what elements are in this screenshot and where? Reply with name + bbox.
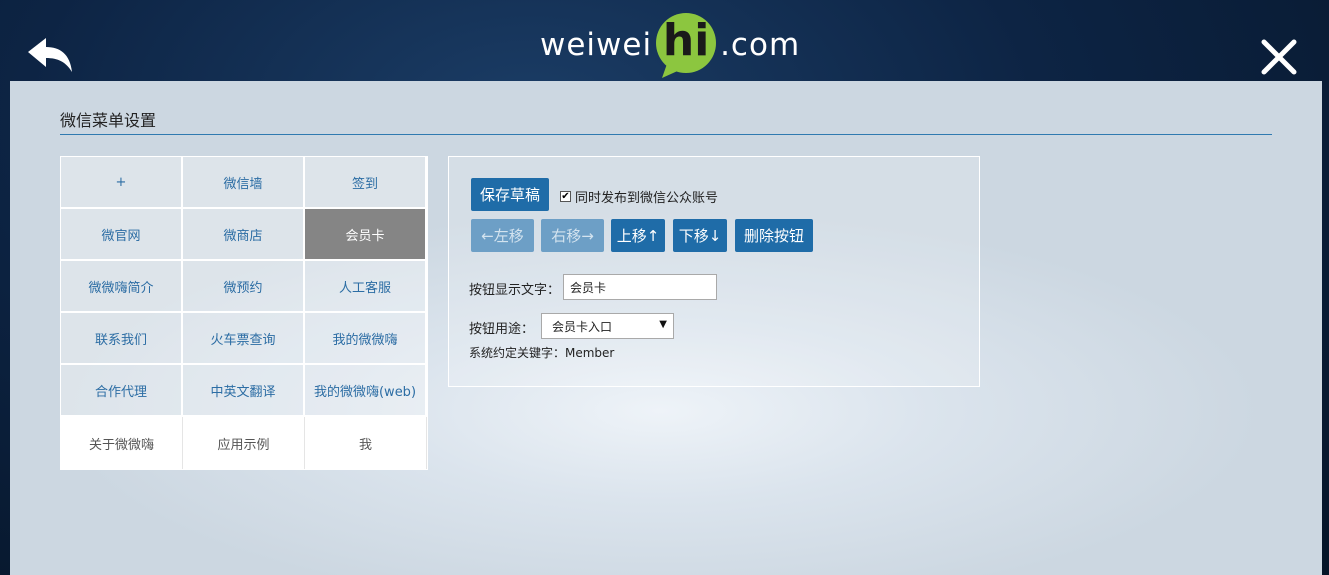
logo-bubble: hi [654, 11, 718, 79]
dropdown-arrow-icon: ▼ [659, 319, 667, 330]
sync-checkbox[interactable]: ✔ [560, 191, 571, 202]
menu-cell[interactable]: 中英文翻译 [183, 365, 305, 417]
close-icon[interactable] [1260, 38, 1298, 76]
move-left-button[interactable]: ←左移 [471, 219, 534, 252]
move-up-button[interactable]: 上移↑ [611, 219, 665, 252]
menu-cell[interactable]: 火车票查询 [183, 313, 305, 365]
menu-cell[interactable]: 签到 [305, 157, 427, 209]
sync-label: 同时发布到微信公众账号 [575, 191, 719, 206]
move-down-button[interactable]: 下移↓ [673, 219, 727, 252]
menu-cell-add[interactable]: + [61, 157, 183, 209]
delete-button[interactable]: 删除按钮 [735, 219, 813, 252]
save-draft-button[interactable]: 保存草稿 [471, 178, 549, 211]
menu-cell[interactable]: 联系我们 [61, 313, 183, 365]
menu-cell[interactable]: 微信墙 [183, 157, 305, 209]
top-bar: weiwei hi .com [0, 0, 1329, 81]
menu-cell[interactable]: 微微嗨简介 [61, 261, 183, 313]
usage-select[interactable]: 会员卡入口 ▼ [541, 313, 674, 339]
logo-text-mid: hi [662, 15, 710, 66]
menu-cell[interactable]: 合作代理 [61, 365, 183, 417]
menu-cell[interactable]: 我的微微嗨(web) [305, 365, 427, 417]
button-text-input[interactable]: 会员卡 [563, 274, 717, 300]
usage-select-value: 会员卡入口 [552, 319, 613, 334]
menu-cell-selected[interactable]: 会员卡 [305, 209, 427, 261]
move-right-button[interactable]: 右移→ [541, 219, 604, 252]
logo-text-right: .com [720, 27, 801, 63]
text-field-label: 按钮显示文字： [469, 283, 561, 298]
menu-cell[interactable]: 人工客服 [305, 261, 427, 313]
back-arrow-icon[interactable] [26, 36, 76, 76]
menu-grid: + 微信墙 签到 微官网 微商店 会员卡 微微嗨简介 微预约 人工客服 联系我们… [60, 156, 428, 470]
title-divider [60, 134, 1272, 135]
menu-cell[interactable]: 微商店 [183, 209, 305, 261]
menu-cell[interactable]: 我的微微嗨 [305, 313, 427, 365]
menu-cell[interactable]: 微预约 [183, 261, 305, 313]
menu-cell-fixed[interactable]: 应用示例 [183, 417, 305, 469]
menu-cell[interactable]: 微官网 [61, 209, 183, 261]
usage-field-label: 按钮用途： [469, 322, 535, 337]
menu-cell-fixed[interactable]: 关于微微嗨 [61, 417, 183, 469]
site-logo: weiwei hi .com [540, 10, 800, 80]
logo-text-left: weiwei [540, 27, 653, 63]
sync-option[interactable]: ✔ 同时发布到微信公众账号 [560, 187, 718, 206]
settings-panel: 微信菜单设置 + 微信墙 签到 微官网 微商店 会员卡 微微嗨简介 微预约 人工… [10, 81, 1322, 575]
menu-cell-fixed[interactable]: 我 [305, 417, 427, 469]
button-editor: 保存草稿 ✔ 同时发布到微信公众账号 ←左移 右移→ 上移↑ 下移↓ 删除按钮 … [448, 156, 980, 387]
page-title: 微信菜单设置 [60, 111, 157, 130]
keyword-text: 系统约定关键字：Member [469, 346, 615, 360]
